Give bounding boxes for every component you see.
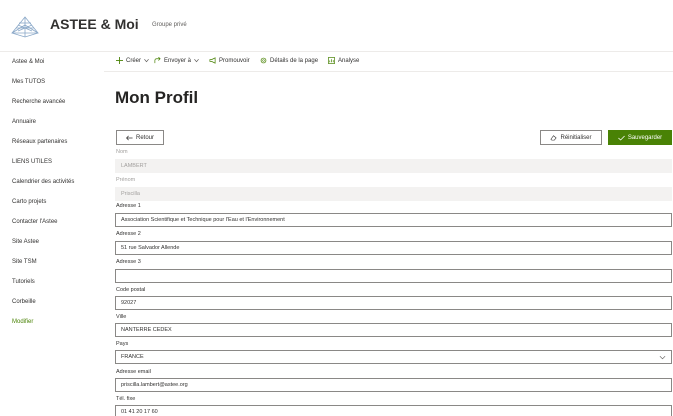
pays-dropdown[interactable]: FRANCE bbox=[115, 350, 672, 364]
command-bar: Créer Envoyer à Promouvoir Détails de la… bbox=[104, 52, 673, 72]
send-to-label: Envoyer à bbox=[164, 57, 192, 64]
ville-value: NANTERRE CEDEX bbox=[121, 327, 172, 333]
chart-icon bbox=[328, 57, 335, 64]
reset-label: Réinitialiser bbox=[560, 134, 592, 141]
promote-label: Promouvoir bbox=[219, 57, 250, 64]
sidebar-item-tutoriels[interactable]: Tutoriels bbox=[12, 279, 35, 285]
code-postal-value: 92027 bbox=[121, 300, 137, 306]
tel-field[interactable]: 01 41 20 17 60 bbox=[115, 405, 672, 416]
eraser-icon bbox=[550, 135, 558, 141]
sidebar-item-reseaux[interactable]: Réseaux partenaires bbox=[12, 139, 67, 145]
page-details-label: Détails de la page bbox=[270, 57, 319, 64]
megaphone-icon bbox=[209, 57, 216, 64]
chevron-down-icon bbox=[194, 59, 199, 63]
sidebar-nav: Astee & Moi Mes TUTOS Recherche avancée … bbox=[0, 52, 104, 416]
site-logo-icon[interactable] bbox=[10, 11, 40, 41]
sidebar-item-contacter[interactable]: Contacter l'Astee bbox=[12, 219, 58, 225]
gear-icon bbox=[260, 57, 267, 64]
adresse2-field[interactable]: 51 rue Salvador Allende bbox=[115, 241, 672, 255]
sidebar-item-recherche[interactable]: Recherche avancée bbox=[12, 99, 65, 105]
back-label: Retour bbox=[135, 134, 154, 141]
sidebar-item-site-astee[interactable]: Site Astee bbox=[12, 239, 39, 245]
page-details-button[interactable]: Détails de la page bbox=[260, 57, 318, 64]
nom-label: Nom bbox=[116, 149, 128, 155]
pays-label: Pays bbox=[116, 341, 129, 347]
adresse2-value: 51 rue Salvador Allende bbox=[121, 245, 180, 251]
email-value: priscilla.lambert@astee.org bbox=[121, 382, 188, 388]
sidebar-item-carto[interactable]: Carto projets bbox=[12, 199, 46, 205]
sidebar-item-calendrier[interactable]: Calendrier des activités bbox=[12, 179, 74, 185]
send-to-button[interactable]: Envoyer à bbox=[154, 57, 199, 64]
page-title: Mon Profil bbox=[115, 88, 199, 107]
save-label: Sauvegarder bbox=[627, 134, 663, 141]
create-button[interactable]: Créer bbox=[116, 57, 149, 64]
sidebar-edit-link[interactable]: Modifier bbox=[12, 319, 33, 325]
analytics-button[interactable]: Analyse bbox=[328, 57, 359, 64]
sidebar-item-astee-moi[interactable]: Astee & Moi bbox=[12, 59, 44, 65]
checkmark-icon bbox=[617, 135, 625, 141]
back-button[interactable]: Retour bbox=[116, 130, 164, 145]
adresse3-field[interactable] bbox=[115, 269, 672, 283]
chevron-down-icon bbox=[144, 59, 149, 63]
sidebar-item-site-tsm[interactable]: Site TSM bbox=[12, 259, 37, 265]
code-postal-field[interactable]: 92027 bbox=[115, 296, 672, 310]
code-postal-label: Code postal bbox=[116, 287, 146, 293]
sidebar-item-annuaire[interactable]: Annuaire bbox=[12, 119, 36, 125]
prenom-field: Priscilla bbox=[115, 187, 672, 201]
adresse1-label: Adresse 1 bbox=[116, 203, 141, 209]
nom-field: LAMBERT bbox=[115, 159, 672, 173]
plus-icon bbox=[116, 57, 123, 64]
chevron-down-icon bbox=[659, 355, 666, 360]
create-label: Créer bbox=[126, 57, 142, 64]
promote-button[interactable]: Promouvoir bbox=[209, 57, 250, 64]
email-field[interactable]: priscilla.lambert@astee.org bbox=[115, 378, 672, 392]
adresse1-value: Association Scientifique et Technique po… bbox=[121, 217, 285, 223]
pays-value: FRANCE bbox=[121, 354, 144, 360]
ville-field[interactable]: NANTERRE CEDEX bbox=[115, 323, 672, 337]
sidebar-item-mes-tutos[interactable]: Mes TUTOS bbox=[12, 79, 45, 85]
adresse2-label: Adresse 2 bbox=[116, 231, 141, 237]
nom-value: LAMBERT bbox=[121, 163, 147, 169]
share-icon bbox=[154, 57, 161, 64]
reset-button[interactable]: Réinitialiser bbox=[540, 130, 602, 145]
save-button[interactable]: Sauvegarder bbox=[608, 130, 672, 145]
prenom-label: Prénom bbox=[116, 177, 136, 183]
site-header: ASTEE & Moi Groupe privé bbox=[0, 0, 673, 52]
site-subtitle: Groupe privé bbox=[152, 22, 187, 28]
arrow-left-icon bbox=[126, 135, 133, 140]
sidebar-item-corbeille[interactable]: Corbeille bbox=[12, 299, 36, 305]
analytics-label: Analyse bbox=[338, 57, 360, 64]
tel-value: 01 41 20 17 60 bbox=[121, 409, 158, 415]
site-title[interactable]: ASTEE & Moi bbox=[50, 16, 139, 32]
email-label: Adresse email bbox=[116, 369, 151, 375]
ville-label: Ville bbox=[116, 314, 127, 320]
adresse1-field[interactable]: Association Scientifique et Technique po… bbox=[115, 213, 672, 227]
prenom-value: Priscilla bbox=[121, 191, 140, 197]
sidebar-item-liens-utiles[interactable]: LIENS UTILES bbox=[12, 159, 52, 165]
tel-label: Tél. fixe bbox=[116, 396, 136, 402]
adresse3-label: Adresse 3 bbox=[116, 259, 141, 265]
